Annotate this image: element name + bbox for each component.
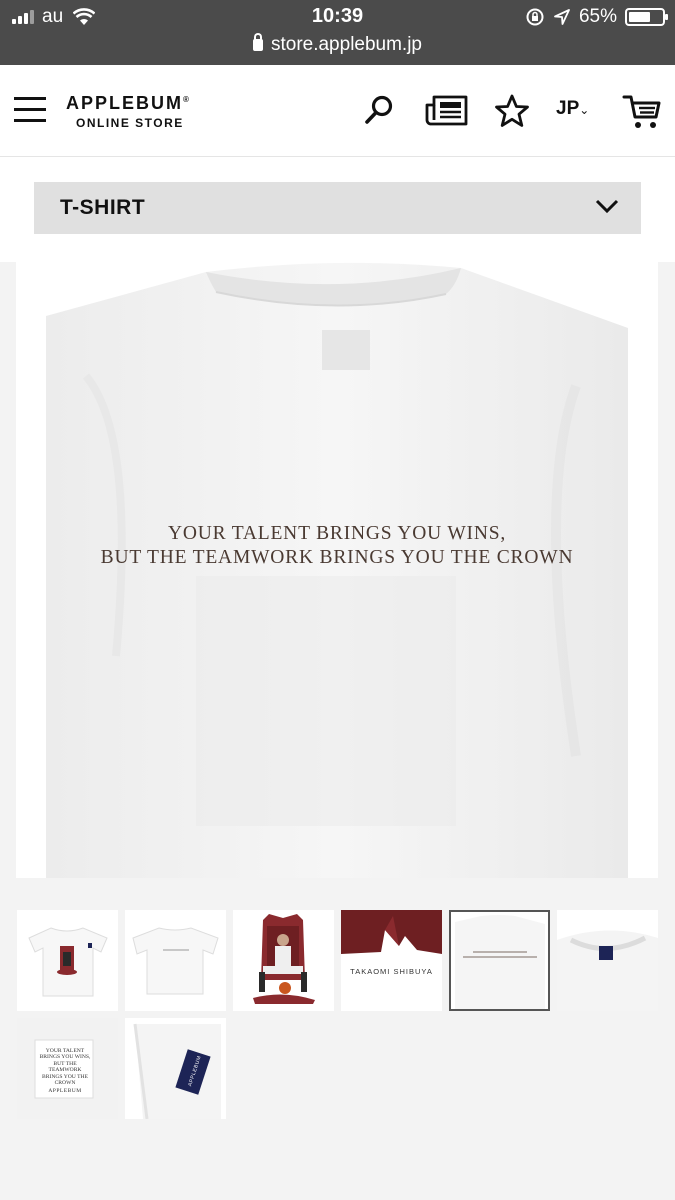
location-arrow-icon	[554, 9, 570, 25]
thumbnail-sleeve-tag[interactable]: APPLEBUM	[125, 1018, 226, 1119]
language-selector[interactable]: JP⌄	[556, 98, 589, 120]
print-line-1: YOUR TALENT BRINGS YOU WINS,	[167, 523, 507, 544]
url-text: store.applebum.jp	[270, 34, 423, 55]
lock-icon	[252, 33, 263, 51]
print-line-2: BUT THE TEAMWORK BRINGS YOU THE CROWN	[100, 547, 574, 568]
battery-percent: 65%	[578, 6, 617, 27]
thumbnail-back[interactable]	[125, 910, 226, 1011]
site-header: APPLEBUM® ONLINE STORE JP⌄	[0, 65, 675, 157]
address-bar[interactable]: store.applebum.jp	[0, 33, 675, 56]
thumbnail-inner-tag[interactable]: YOUR TALENT BRINGS YOU WINS, BUT THE TEA…	[17, 1018, 118, 1119]
menu-icon[interactable]	[14, 97, 46, 125]
artist-credit-text: TAKAOMI SHIBUYA	[350, 967, 433, 976]
inner-tag-brand: APPLEBUM	[48, 1088, 82, 1094]
store-logo[interactable]: APPLEBUM® ONLINE STORE	[66, 93, 191, 130]
thumbnail-back-print[interactable]	[449, 910, 550, 1011]
battery-icon	[625, 8, 668, 26]
chevron-down-icon	[595, 199, 619, 214]
thumbnail-graphic[interactable]	[233, 910, 334, 1011]
search-icon[interactable]	[362, 93, 396, 127]
chevron-down-icon: ⌄	[579, 103, 590, 117]
category-dropdown[interactable]: T-SHIRT	[34, 182, 641, 234]
thumbnail-artist[interactable]: TAKAOMI SHIBUYA	[341, 910, 442, 1011]
rotation-lock-icon	[526, 8, 544, 26]
logo-brand: APPLEBUM®	[66, 93, 191, 113]
status-right: 65%	[525, 6, 668, 28]
cart-icon[interactable]	[622, 93, 662, 131]
news-icon[interactable]	[425, 93, 469, 129]
shirt-print-text: YOUR TALENT BRINGS YOU WINS, BUT THE TEA…	[16, 522, 658, 570]
product-main-image[interactable]: YOUR TALENT BRINGS YOU WINS, BUT THE TEA…	[16, 236, 658, 878]
favorite-star-icon[interactable]	[493, 93, 531, 129]
status-bar: au 10:39 65% store.applebum.jp	[0, 0, 675, 65]
thumbnail-front[interactable]	[17, 910, 118, 1011]
category-label: T-SHIRT	[60, 196, 146, 219]
thumbnail-collar[interactable]	[557, 910, 658, 1011]
inner-tag-text: YOUR TALENT BRINGS YOU WINS, BUT THE TEA…	[39, 1048, 91, 1087]
logo-subtitle: ONLINE STORE	[76, 116, 184, 130]
